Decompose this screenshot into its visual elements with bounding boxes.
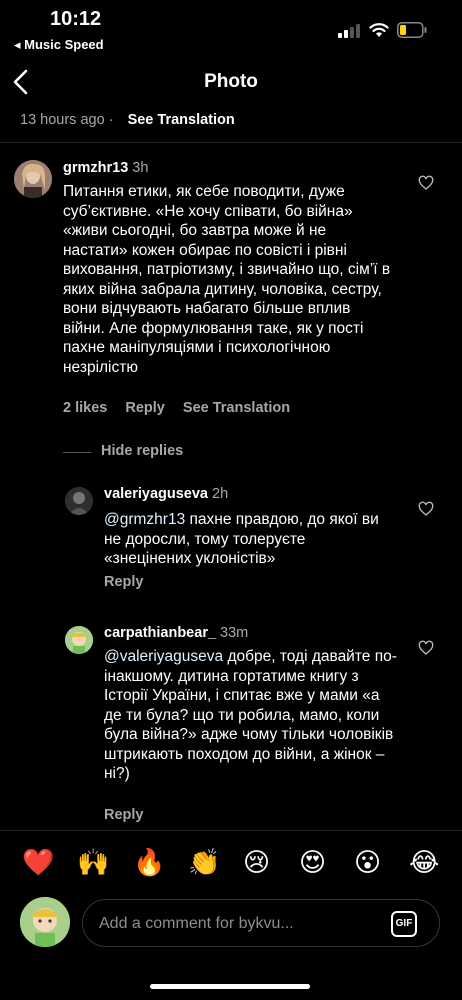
hide-replies-button[interactable]: Hide replies (101, 443, 183, 459)
see-translation-button[interactable]: See Translation (128, 112, 235, 128)
reply-text: @valeriyaguseva добре, тоді давайте по-і… (104, 647, 399, 784)
reply-username[interactable]: valeriyaguseva 2h (104, 486, 228, 502)
user-photo-icon (20, 897, 70, 947)
emoji-clap-button[interactable]: 👏 (188, 847, 220, 879)
status-time: 10:12 (50, 8, 102, 30)
comment-input-container[interactable]: GIF (82, 899, 440, 948)
gif-button[interactable]: GIF (391, 911, 417, 937)
user-photo-icon (65, 487, 93, 515)
like-heart-icon[interactable] (418, 175, 434, 191)
comment-input[interactable] (97, 900, 381, 948)
emoji-surprised-button[interactable]: 😮 (354, 847, 381, 879)
reply-button[interactable]: Reply (104, 807, 144, 823)
caption-meta: 13 hours ago · See Translation (20, 112, 235, 128)
reply-actions: Reply (104, 574, 158, 590)
emoji-laughing-button[interactable]: 😂 (409, 847, 439, 879)
reply-time: 33m (220, 625, 249, 641)
like-heart-icon[interactable] (418, 640, 434, 656)
home-indicator (150, 984, 310, 989)
username[interactable]: valeriyaguseva (104, 486, 208, 502)
battery-icon (397, 22, 427, 38)
reply-body: добре, тоді давайте по-інакшому. дитина … (104, 648, 397, 782)
page-title: Photo (204, 71, 258, 92)
comment-time: 3h (132, 160, 149, 176)
mention-link[interactable]: @grmzhr13 (104, 511, 185, 528)
meta-separator: · (108, 112, 114, 128)
avatar[interactable] (14, 160, 52, 198)
emoji-raised-hands-button[interactable]: 🙌 (77, 847, 109, 879)
reply-time: 2h (212, 486, 229, 502)
back-to-app-link[interactable]: ◂ Music Speed (14, 37, 104, 53)
reply-text: @grmzhr13 пахне правдою, до якої ви не д… (104, 510, 394, 569)
comment-actions: 2 likes Reply See Translation (63, 400, 304, 416)
mention-link[interactable]: @valeriyaguseva (104, 648, 223, 665)
like-heart-icon[interactable] (418, 501, 434, 517)
emoji-crying-button[interactable]: 😢 (243, 847, 270, 879)
emoji-fire-button[interactable]: 🔥 (133, 847, 165, 879)
avatar[interactable] (65, 626, 93, 654)
user-photo-icon (65, 626, 93, 654)
reply-actions: Reply (104, 807, 158, 823)
comment-text: Питання етики, як себе поводити, дуже су… (63, 183, 391, 376)
avatar[interactable] (65, 487, 93, 515)
see-translation-button[interactable]: See Translation (183, 400, 290, 416)
my-avatar (20, 897, 70, 947)
divider (0, 830, 462, 831)
hide-replies-line (63, 452, 91, 453)
cellular-signal-icon (338, 24, 360, 38)
emoji-heart-button[interactable]: ❤️ (22, 847, 54, 879)
reply-button[interactable]: Reply (125, 400, 165, 416)
likes-count[interactable]: 2 likes (63, 400, 107, 416)
reply-username[interactable]: carpathianbear_ 33m (104, 625, 248, 641)
wifi-icon (369, 23, 389, 37)
comment-username[interactable]: grmzhr13 3h (63, 160, 148, 176)
caption-time: 13 hours ago (20, 112, 105, 128)
reply-button[interactable]: Reply (104, 574, 144, 590)
username[interactable]: carpathianbear_ (104, 625, 216, 641)
user-photo-icon (14, 160, 52, 198)
emoji-heart-eyes-button[interactable]: 😍 (299, 847, 326, 879)
username[interactable]: grmzhr13 (63, 160, 128, 176)
divider (0, 142, 462, 143)
